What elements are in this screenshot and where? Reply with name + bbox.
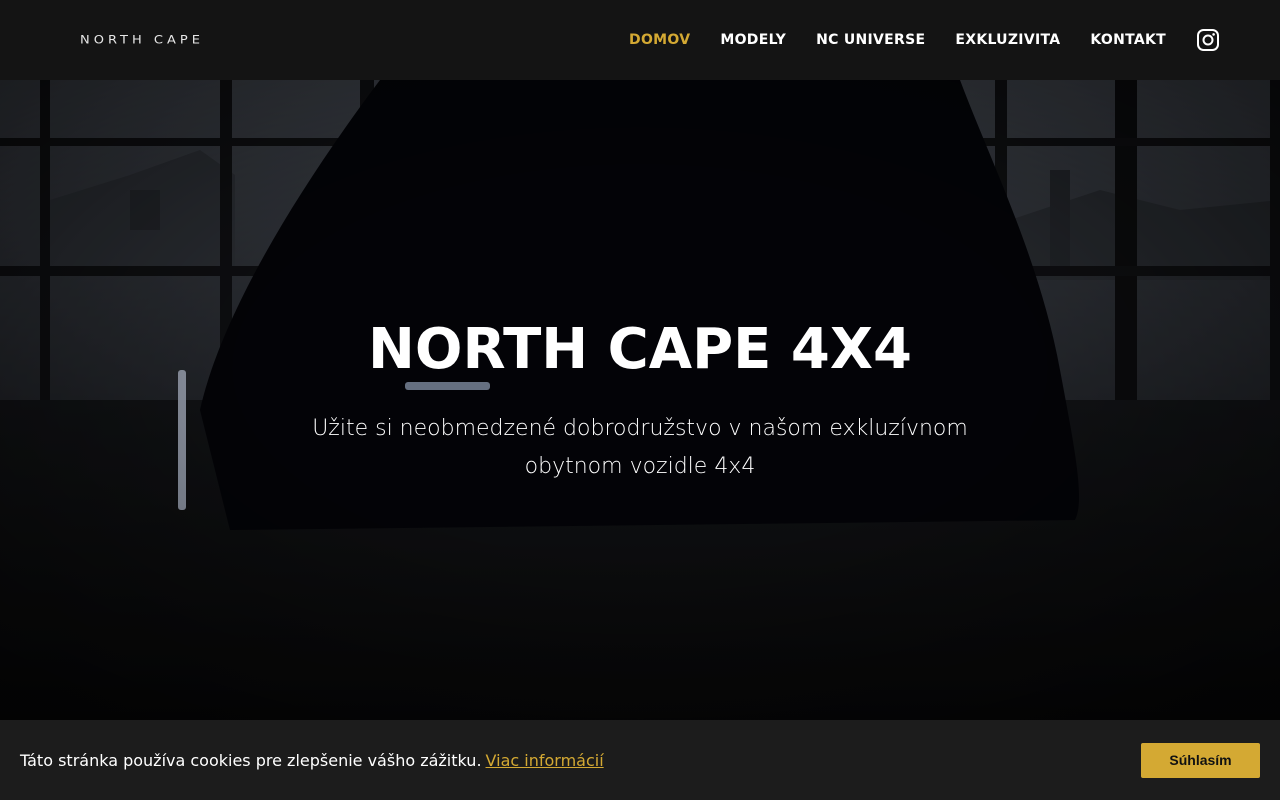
hero-title: NORTH CAPE 4X4 bbox=[368, 317, 912, 382]
north-cape-logo[interactable]: NORTH CAPE bbox=[80, 34, 204, 47]
instagram-icon[interactable] bbox=[1196, 28, 1220, 52]
nav-item-modely[interactable]: MODELY bbox=[720, 32, 786, 48]
nav-item-nc-universe[interactable]: NC UNIVERSE bbox=[816, 32, 925, 48]
hero-content: NORTH CAPE 4X4 Užite si neobmedzené dobr… bbox=[0, 318, 1280, 486]
nav-item-kontakt[interactable]: KONTAKT bbox=[1090, 32, 1166, 48]
cookie-message: Táto stránka používa cookies pre zlepšen… bbox=[20, 750, 482, 770]
hero-section: NORTH CAPE 4X4 Užite si neobmedzené dobr… bbox=[0, 80, 1280, 720]
site-header: NORTH CAPE DOMOV MODELY NC UNIVERSE EXKL… bbox=[0, 0, 1280, 80]
nav-item-exkluzivita[interactable]: EXKLUZIVITA bbox=[955, 32, 1060, 48]
main-nav: DOMOV MODELY NC UNIVERSE EXKLUZIVITA KON… bbox=[599, 28, 1220, 52]
cookie-bar: Táto stránka používa cookies pre zlepšen… bbox=[0, 720, 1280, 800]
hero-subtitle: Užite si neobmedzené dobrodružstvo v naš… bbox=[312, 416, 968, 479]
cookie-more-info-link[interactable]: Viac informácií bbox=[486, 751, 604, 770]
nav-item-domov[interactable]: DOMOV bbox=[629, 32, 690, 48]
cookie-accept-button[interactable]: Súhlasím bbox=[1141, 742, 1260, 778]
